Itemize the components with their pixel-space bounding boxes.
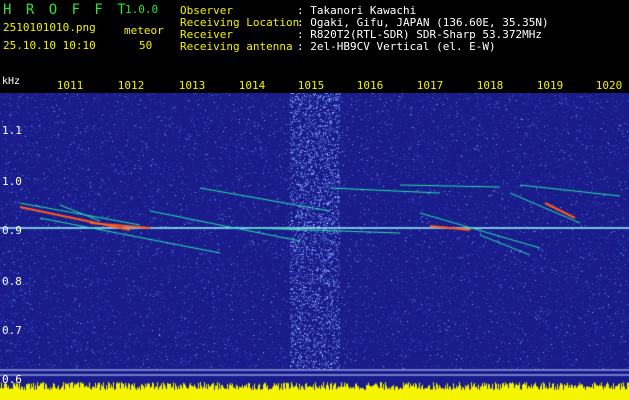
y-tick: 0.9 bbox=[2, 224, 22, 237]
y-tick: 0.6 bbox=[2, 373, 22, 386]
x-tick: 1015 bbox=[297, 79, 325, 92]
header-panel: H R O F F T 1.0.0 2510101010.png meteor … bbox=[0, 0, 629, 78]
y-unit-label: kHz bbox=[2, 76, 21, 87]
y-tick: 0.7 bbox=[2, 324, 22, 337]
info-observer-value: : Takanori Kawachi bbox=[297, 4, 417, 17]
y-tick: 0.8 bbox=[2, 275, 22, 288]
info-antenna-label: Receiving antenna bbox=[180, 40, 293, 53]
file-name: 2510101010.png bbox=[3, 21, 96, 34]
info-receiver-value: : R820T2(RTL-SDR) SDR-Sharp 53.372MHz bbox=[297, 28, 543, 41]
app-name: H R O F F T bbox=[3, 2, 129, 18]
file-datetime: 25.10.10 10:10 bbox=[3, 39, 96, 52]
info-location-value: : Ogaki, Gifu, JAPAN (136.60E, 35.35N) bbox=[297, 16, 549, 29]
x-tick: 1013 bbox=[178, 79, 206, 92]
x-tick: 1011 bbox=[56, 79, 84, 92]
y-tick: 1.0 bbox=[2, 175, 22, 188]
x-tick: 1017 bbox=[416, 79, 444, 92]
meteor-count: 50 bbox=[139, 39, 153, 52]
x-tick: 1019 bbox=[536, 79, 564, 92]
meteor-label: meteor bbox=[124, 24, 164, 37]
info-receiver-label: Receiver bbox=[180, 28, 233, 41]
info-location-label: Receiving Location bbox=[180, 16, 300, 29]
x-tick: 1018 bbox=[476, 79, 504, 92]
x-tick: 1016 bbox=[356, 79, 384, 92]
info-antenna-value: : 2el-HB9CV Vertical (el. E-W) bbox=[297, 40, 496, 53]
spectrogram-canvas bbox=[0, 93, 629, 400]
info-observer-label: Observer bbox=[180, 4, 233, 17]
x-tick: 1012 bbox=[117, 79, 145, 92]
app-version: 1.0.0 bbox=[125, 3, 159, 16]
x-tick: 1020 bbox=[595, 79, 623, 92]
x-tick: 1014 bbox=[238, 79, 266, 92]
y-tick: 1.1 bbox=[2, 124, 22, 137]
